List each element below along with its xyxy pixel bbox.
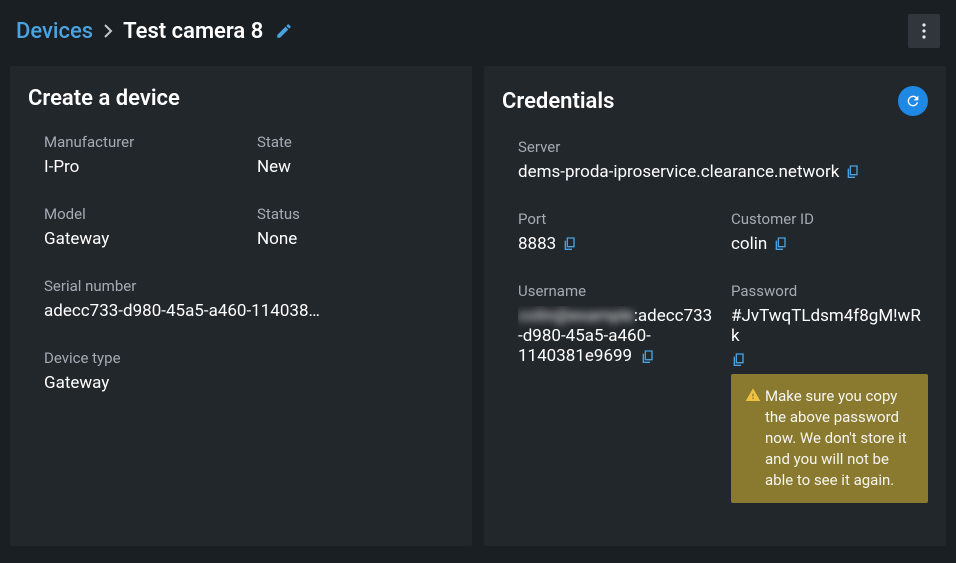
copy-server-icon[interactable] — [845, 164, 861, 180]
field-devicetype: Device type Gateway — [44, 349, 454, 393]
model-value: Gateway — [44, 229, 241, 249]
field-state: State New — [257, 133, 454, 177]
refresh-button[interactable] — [898, 86, 928, 116]
breadcrumb-devices-link[interactable]: Devices — [16, 19, 93, 44]
port-label: Port — [518, 210, 715, 228]
password-label: Password — [731, 282, 928, 300]
field-customer: Customer ID colin — [731, 210, 928, 254]
more-options-button[interactable] — [908, 14, 940, 48]
devicetype-value: Gateway — [44, 373, 454, 393]
state-value: New — [257, 157, 454, 177]
warning-text: Make sure you copy the above password no… — [765, 386, 914, 491]
status-label: Status — [257, 205, 454, 223]
port-value: 8883 — [518, 234, 556, 254]
field-port: Port 8883 — [518, 210, 715, 254]
kebab-icon — [922, 23, 926, 39]
edit-icon[interactable] — [275, 22, 293, 40]
refresh-icon — [905, 93, 921, 109]
customer-value: colin — [731, 234, 767, 254]
serial-value: adecc733-d980-45a5-a460-114038… — [44, 301, 454, 321]
copy-customer-icon[interactable] — [773, 236, 789, 252]
password-value: #JvTwqTLdsm4f8gM!wRk — [731, 306, 921, 346]
password-warning: Make sure you copy the above password no… — [731, 374, 928, 503]
panel-title-create: Create a device — [28, 86, 180, 111]
create-device-panel: Create a device Manufacturer I-Pro State… — [10, 66, 472, 546]
copy-username-icon[interactable] — [640, 349, 656, 365]
field-manufacturer: Manufacturer I-Pro — [44, 133, 241, 177]
customer-label: Customer ID — [731, 210, 928, 228]
field-password: Password #JvTwqTLdsm4f8gM!wRk Make sure … — [731, 282, 928, 503]
field-model: Model Gateway — [44, 205, 241, 249]
credentials-panel: Credentials Server dems-proda-iproservic… — [484, 66, 946, 546]
chevron-right-icon — [103, 24, 113, 38]
field-serial: Serial number adecc733-d980-45a5-a460-11… — [44, 277, 454, 321]
panel-title-credentials: Credentials — [502, 89, 614, 114]
field-username: Username colin@example:adecc733-d980-45a… — [518, 282, 715, 503]
status-value: None — [257, 229, 454, 249]
devicetype-label: Device type — [44, 349, 454, 367]
manufacturer-value: I-Pro — [44, 157, 241, 177]
server-label: Server — [518, 138, 928, 156]
copy-port-icon[interactable] — [562, 236, 578, 252]
field-status: Status None — [257, 205, 454, 249]
username-blurred: colin@example — [518, 306, 634, 326]
username-label: Username — [518, 282, 715, 300]
server-value: dems-proda-iproservice.clearance.network — [518, 162, 839, 182]
copy-password-icon[interactable] — [731, 352, 747, 368]
serial-label: Serial number — [44, 277, 454, 295]
page-title: Test camera 8 — [123, 19, 263, 44]
model-label: Model — [44, 205, 241, 223]
warning-icon — [745, 387, 761, 491]
state-label: State — [257, 133, 454, 151]
manufacturer-label: Manufacturer — [44, 133, 241, 151]
field-server: Server dems-proda-iproservice.clearance.… — [518, 138, 928, 182]
